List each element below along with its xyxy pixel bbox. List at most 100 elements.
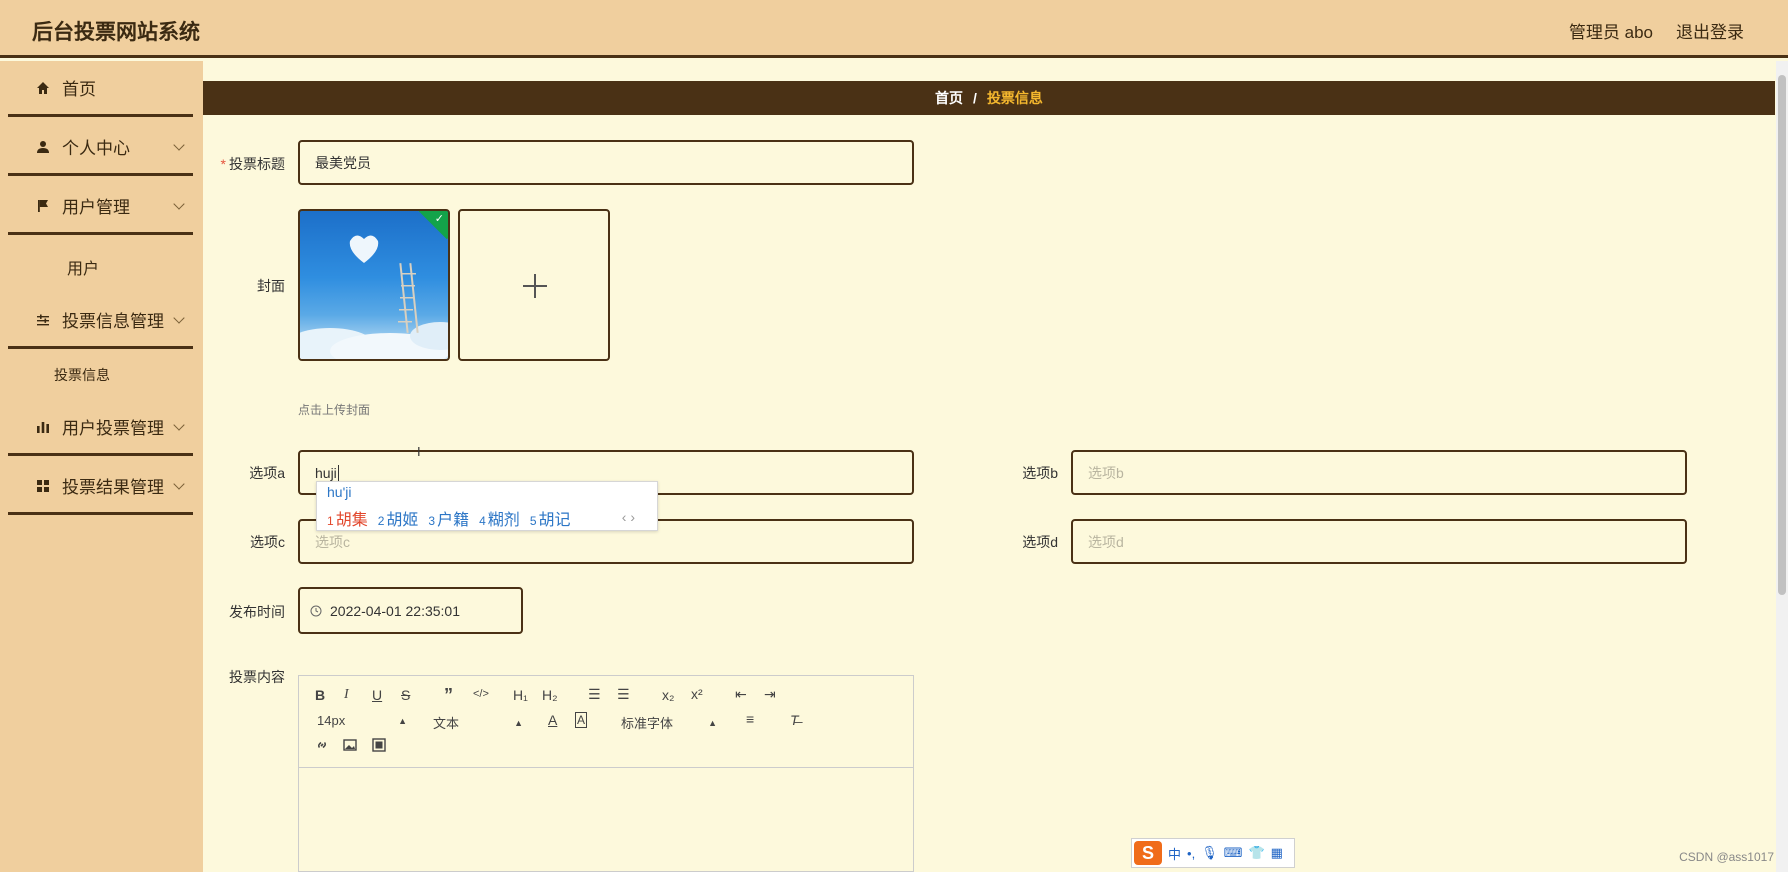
- breadcrumb: 首页 / 投票信息: [203, 81, 1775, 115]
- sidebar-item-vote-result-management[interactable]: 投票结果管理: [8, 459, 193, 515]
- paragraph-select[interactable]: 文本 ▲: [433, 713, 523, 732]
- chevron-down-icon: [173, 198, 185, 210]
- sidebar-item-label: 投票信息管理: [62, 312, 164, 331]
- outdent-icon[interactable]: ⇤: [735, 686, 747, 703]
- ime-candidate-list: 1 胡集 2 胡姬 3 户籍 4 糊剂 5 胡记: [327, 506, 571, 530]
- microphone-icon[interactable]: 🎙: [1201, 845, 1218, 861]
- page-scrollbar[interactable]: [1776, 61, 1788, 872]
- top-header: 后台投票网站系统 管理员 abo 退出登录: [0, 0, 1788, 58]
- scrollbar-thumb[interactable]: [1778, 75, 1786, 595]
- option-d-input[interactable]: 选项d: [1071, 519, 1687, 564]
- sidebar-item-label: 用户管理: [62, 198, 130, 217]
- sidebar-item-label: 首页: [62, 80, 96, 99]
- cover-image: [300, 235, 448, 359]
- chevron-down-icon: [173, 478, 185, 490]
- check-icon: ✓: [434, 213, 444, 225]
- logout-link[interactable]: 退出登录: [1676, 18, 1744, 43]
- chevron-down-icon: [173, 139, 185, 151]
- ibeam-cursor-icon: I: [417, 444, 421, 459]
- font-family-select[interactable]: 标准字体 ▲: [621, 713, 717, 732]
- bar-chart-icon: [34, 418, 52, 436]
- apps-icon[interactable]: ▦: [1271, 845, 1283, 861]
- skin-icon[interactable]: 👕: [1248, 845, 1264, 861]
- ime-candidate[interactable]: 2 胡姬: [378, 506, 419, 530]
- ime-candidate[interactable]: 1 胡集: [327, 506, 368, 530]
- select-arrows-icon: ▲: [708, 717, 717, 728]
- cover-upload-hint: 点击上传封面: [298, 403, 371, 417]
- title-label: * 投票标题: [220, 156, 285, 172]
- sidebar-subitem-vote-info[interactable]: 投票信息: [54, 365, 110, 385]
- admin-user-label: 管理员 abo: [1568, 23, 1653, 42]
- editor-toolbar: B I U S ” </> H₁ H₂ ☰ ☰ x₂ x² ⇤ ⇥ 14px ▲ …: [299, 676, 913, 768]
- ime-pinyin: hu'ji: [327, 484, 352, 500]
- sidebar-item-user-vote-management[interactable]: 用户投票管理: [8, 400, 193, 456]
- sidebar-item-vote-info-management[interactable]: 投票信息管理: [8, 293, 193, 349]
- ordered-list-icon[interactable]: ☰: [588, 686, 601, 703]
- video-icon[interactable]: [372, 738, 386, 755]
- option-d-label: 选项d: [1022, 534, 1058, 550]
- bullet-list-icon[interactable]: ☰: [617, 686, 630, 703]
- option-c-label: 选项c: [250, 534, 285, 550]
- cover-thumbnail[interactable]: ✓: [298, 209, 450, 361]
- sidebar-subitem-users[interactable]: 用户: [67, 255, 99, 279]
- breadcrumb-home[interactable]: 首页: [935, 88, 963, 108]
- blockquote-icon[interactable]: ”: [444, 685, 453, 706]
- superscript-icon[interactable]: x²: [691, 686, 703, 702]
- sidebar-item-label: 投票结果管理: [62, 478, 164, 497]
- chevron-down-icon: [173, 312, 185, 324]
- option-b-label: 选项b: [1022, 465, 1058, 481]
- sogou-logo-icon[interactable]: S: [1134, 841, 1162, 865]
- bold-icon[interactable]: B: [315, 687, 325, 703]
- select-arrows-icon: ▲: [514, 717, 523, 728]
- chevron-down-icon: [173, 419, 185, 431]
- font-size-select[interactable]: 14px ▲: [317, 713, 407, 728]
- clear-format-icon[interactable]: T̶: [790, 712, 799, 728]
- cover-label: 封面: [257, 278, 285, 294]
- ime-candidate[interactable]: 4 糊剂: [479, 506, 520, 530]
- punctuation-icon[interactable]: •,: [1187, 846, 1195, 861]
- clock-icon: [310, 605, 322, 617]
- option-a-label: 选项a: [249, 465, 285, 481]
- image-icon[interactable]: [343, 738, 357, 755]
- user-icon: [34, 138, 52, 156]
- ime-candidate[interactable]: 3 户籍: [428, 506, 469, 530]
- flag-icon: [34, 197, 52, 215]
- ime-candidate[interactable]: 5 胡记: [530, 506, 571, 530]
- font-color-icon[interactable]: A: [548, 712, 557, 728]
- heading-1-icon[interactable]: H₁: [513, 687, 528, 703]
- breadcrumb-separator: /: [973, 90, 977, 106]
- app-title: 后台投票网站系统: [32, 21, 200, 44]
- strikethrough-icon[interactable]: S: [401, 687, 410, 703]
- sidebar-item-label: 用户投票管理: [62, 419, 164, 438]
- cover-upload-button[interactable]: [458, 209, 610, 361]
- watermark: CSDN @ass1017: [1679, 850, 1774, 864]
- underline-icon[interactable]: U: [372, 687, 382, 703]
- content-label: 投票内容: [229, 669, 285, 685]
- sidebar-item-label: 个人中心: [62, 139, 130, 158]
- align-icon[interactable]: ≡: [746, 711, 754, 727]
- grid-icon: [34, 477, 52, 495]
- subscript-icon[interactable]: x₂: [662, 687, 674, 703]
- select-arrows-icon: ▲: [398, 715, 407, 726]
- ime-page-nav[interactable]: ‹ ›: [622, 509, 635, 525]
- publish-time-label: 发布时间: [229, 604, 285, 620]
- indent-icon[interactable]: ⇥: [764, 686, 776, 703]
- background-color-icon[interactable]: A: [575, 712, 588, 728]
- link-icon[interactable]: [315, 738, 329, 755]
- sidebar-item-home[interactable]: 首页: [8, 61, 193, 117]
- required-asterisk: *: [220, 156, 226, 172]
- code-block-icon[interactable]: </>: [473, 688, 489, 700]
- ime-mode-toggle[interactable]: 中: [1168, 844, 1181, 863]
- heading-2-icon[interactable]: H₂: [542, 687, 558, 703]
- keyboard-icon[interactable]: ⌨: [1224, 845, 1243, 861]
- sidebar: 首页 个人中心 用户管理 用户 投票信息管理 投票信息 用户投票管理 投票结果管…: [0, 61, 203, 872]
- vote-title-input[interactable]: 最美党员: [298, 140, 914, 185]
- ime-candidate-popup: hu'ji 1 胡集 2 胡姬 3 户籍 4 糊剂 5 胡记 ‹ ›: [316, 481, 658, 531]
- publish-time-picker[interactable]: 2022-04-01 22:35:01: [298, 587, 523, 634]
- italic-icon[interactable]: I: [344, 687, 349, 703]
- sidebar-item-personal-center[interactable]: 个人中心: [8, 120, 193, 176]
- option-b-input[interactable]: 选项b: [1071, 450, 1687, 495]
- home-icon: [34, 79, 52, 97]
- sidebar-item-user-management[interactable]: 用户管理: [8, 179, 193, 235]
- sliders-icon: [34, 311, 52, 329]
